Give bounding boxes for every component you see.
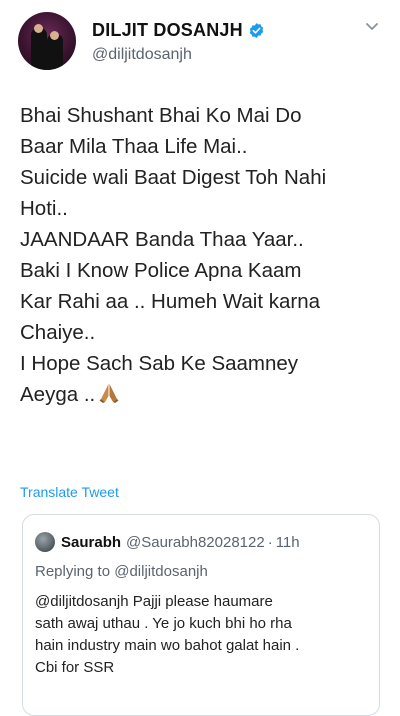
quoted-line: Cbi for SSR — [35, 659, 115, 676]
replying-to-prefix: Replying to — [35, 563, 115, 580]
avatar[interactable] — [18, 12, 76, 70]
quoted-author-name: Saurabh — [61, 533, 122, 551]
tweet-line: Suicide wali Baat Digest Toh Nahi — [20, 166, 327, 189]
folded-hands-emoji-icon — [99, 384, 119, 403]
avatar-head-left — [34, 24, 43, 33]
translate-tweet-link[interactable]: Translate Tweet — [20, 484, 119, 500]
tweet-line-last: Aeyga .. — [20, 379, 385, 410]
replying-to-handle[interactable]: @diljitdosanjh — [114, 563, 208, 580]
tweet-text: Bhai Shushant Bhai Ko Mai Do Baar Mila T… — [20, 100, 385, 410]
chevron-down-icon[interactable] — [364, 18, 380, 34]
quoted-tweet-header: Saurabh @Saurabh82028122 · 11h — [35, 532, 300, 552]
quoted-tweet-text: @diljitdosanjh Pajji please haumare sath… — [35, 591, 375, 679]
avatar-head-right — [50, 31, 59, 40]
tweet-line: Bhai Shushant Bhai Ko Mai Do — [20, 104, 302, 127]
tweet-line: Hoti.. — [20, 197, 68, 220]
quoted-avatar — [35, 532, 55, 552]
tweet-line: Baar Mila Thaa Life Mai.. — [20, 135, 248, 158]
tweet-line: Chaiye.. — [20, 321, 96, 344]
tweet-line: Kar Rahi aa .. Humeh Wait karna — [20, 290, 321, 313]
tweet-line: Baki I Know Police Apna Kaam — [20, 259, 302, 282]
tweet-line: I Hope Sach Sab Ke Saamney — [20, 352, 299, 375]
quoted-author-handle: @Saurabh82028122 — [126, 533, 265, 551]
quoted-line: hain industry main wo bahot galat hain . — [35, 637, 300, 654]
author-display-name[interactable]: DILJIT DOSANJH — [92, 20, 243, 41]
quoted-line: sath awaj uthau . Ye jo kuch bhi ho rha — [35, 615, 292, 632]
author-name-row: DILJIT DOSANJH — [92, 20, 265, 41]
quoted-separator: · — [267, 533, 273, 551]
replying-to-line: Replying to @diljitdosanjh — [35, 563, 208, 580]
author-handle[interactable]: @diljitdosanjh — [92, 46, 192, 64]
tweet-line: JAANDAAR Banda Thaa Yaar.. — [20, 228, 304, 251]
tweet-header: DILJIT DOSANJH @diljitdosanjh — [18, 10, 382, 70]
avatar-figure-left — [31, 28, 47, 70]
tweet-line: Aeyga .. — [20, 383, 96, 406]
quoted-timestamp: 11h — [275, 533, 300, 551]
quoted-line: @diljitdosanjh Pajji please haumare — [35, 593, 273, 610]
verified-badge-icon — [249, 23, 263, 38]
